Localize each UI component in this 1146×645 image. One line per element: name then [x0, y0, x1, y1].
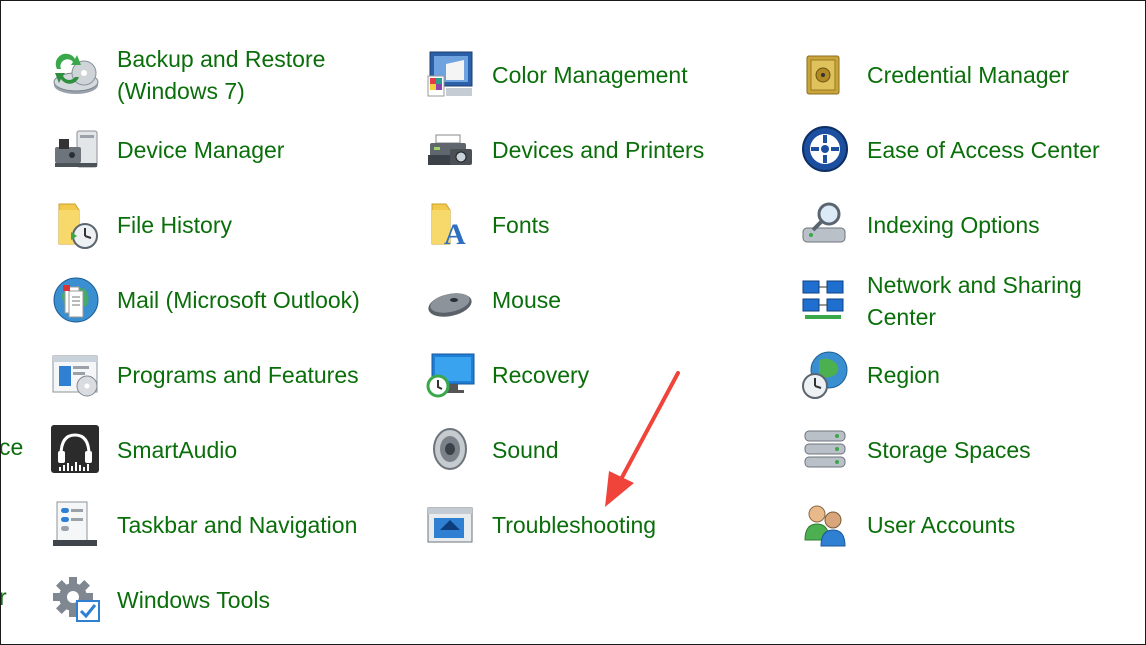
item-label: Fonts: [492, 212, 550, 238]
item-label: Programs and Features: [117, 362, 359, 388]
item-label: Troubleshooting: [492, 512, 657, 538]
item-label: Taskbar and Navigation: [117, 512, 358, 538]
storage-icon: [801, 425, 851, 475]
users-icon: [801, 500, 851, 550]
item-label: Credential Manager: [867, 62, 1070, 88]
item-label: Recovery: [492, 362, 590, 388]
troubleshooting-icon: [426, 500, 476, 550]
item-label: Mouse: [492, 287, 562, 313]
item-label: SmartAudio: [117, 437, 238, 463]
item-label: Storage Spaces: [867, 437, 1031, 463]
indexing-icon: [801, 200, 851, 250]
programs-icon: [51, 350, 101, 400]
mail-icon: [51, 275, 101, 325]
item-label: Network and Sharing Center: [867, 272, 1082, 330]
control-panel-window: ce r Backup and Restore (Windows 7) Devi…: [0, 0, 1146, 645]
speaker-icon: [426, 425, 476, 475]
item-label: Windows Tools: [117, 587, 270, 613]
item-label: User Accounts: [867, 512, 1016, 538]
item-label: Backup and Restore (Windows 7): [117, 46, 326, 104]
printer-icon: [426, 125, 476, 175]
safe-icon: [801, 50, 851, 100]
svg-text:A: A: [444, 218, 466, 250]
mouse-icon: [426, 275, 476, 325]
tools-gear-icon: [51, 575, 101, 625]
backup-icon: [51, 49, 101, 99]
item-label: File History: [117, 212, 233, 238]
item-label: Ease of Access Center: [867, 137, 1100, 163]
item-label: Mail (Microsoft Outlook): [117, 287, 360, 313]
item-label: Indexing Options: [867, 212, 1040, 238]
color-management-icon: [426, 50, 476, 100]
item-label: Sound: [492, 437, 559, 463]
fonts-icon: A: [426, 200, 476, 250]
taskbar-icon: [51, 500, 101, 550]
ease-of-access-icon: [801, 125, 851, 175]
file-history-icon: [51, 200, 101, 250]
globe-clock-icon: [801, 350, 851, 400]
item-label: Device Manager: [117, 137, 285, 163]
cutoff-text: ce: [0, 434, 24, 460]
item-label: Devices and Printers: [492, 137, 705, 163]
item-label: Color Management: [492, 62, 688, 88]
device-manager-icon: [51, 125, 101, 175]
headphones-icon: [51, 425, 101, 475]
network-icon: [801, 275, 851, 325]
recovery-icon: [426, 350, 476, 400]
cutoff-text: r: [1, 584, 7, 611]
item-label: Region: [867, 362, 940, 388]
